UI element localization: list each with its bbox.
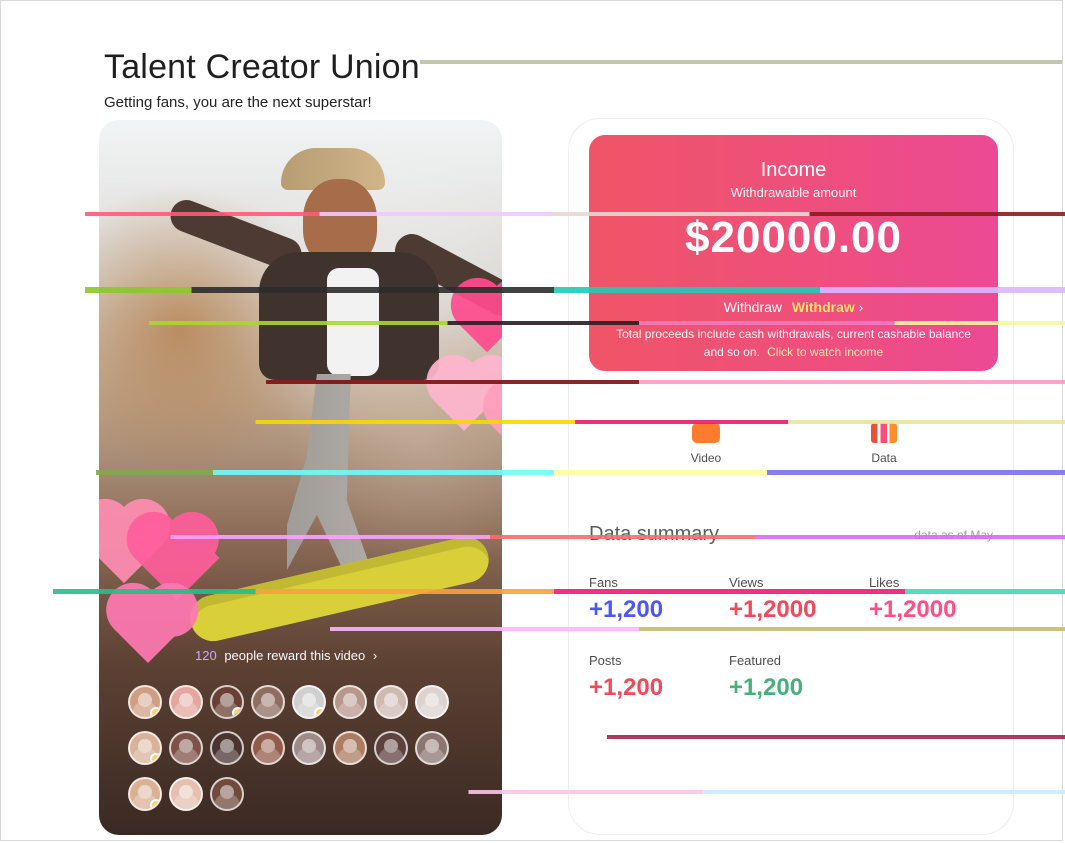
- avatar: [292, 685, 326, 719]
- featured-stat: Featured +1,200: [729, 653, 857, 705]
- views-stat: Views +1,2000: [729, 575, 857, 627]
- chevron-right-icon: ›: [372, 648, 378, 663]
- avatar: [374, 685, 408, 719]
- summary-date: data as of May: [914, 527, 993, 542]
- avatar: [128, 685, 162, 719]
- withdrawable-label: Withdrawable amount: [730, 185, 857, 200]
- avatar: [210, 777, 244, 811]
- withdraw-link[interactable]: Withdraw: [792, 299, 855, 315]
- gold-badge-icon: [150, 707, 160, 717]
- posts-value: +1,200: [589, 674, 664, 701]
- gold-badge-icon: [150, 799, 160, 809]
- income-card: Income Withdrawable amount $20000.00 Wit…: [589, 135, 998, 371]
- heart-icon: [458, 295, 502, 353]
- avatar: [210, 731, 244, 765]
- video-tab[interactable]: Video: [661, 423, 751, 465]
- income-note: Total proceeds include cash withdrawals,…: [613, 325, 974, 361]
- heart-icon: [114, 595, 182, 663]
- chevron-right-icon: ›: [858, 299, 864, 315]
- heart-icon: [490, 400, 502, 450]
- data-tab-label: Data: [871, 451, 897, 465]
- views-value: +1,2000: [729, 596, 817, 623]
- avatar: [128, 731, 162, 765]
- data-icon: [871, 423, 897, 443]
- video-tab-label: Video: [690, 451, 722, 465]
- reward-avatars: [128, 685, 474, 811]
- posts-label: Posts: [589, 653, 622, 668]
- fans-label: Fans: [589, 575, 618, 590]
- likes-value: +1,2000: [869, 596, 957, 623]
- avatar: [251, 731, 285, 765]
- income-title: Income: [760, 159, 827, 181]
- avatar: [169, 731, 203, 765]
- avatar: [415, 685, 449, 719]
- gold-badge-icon: [232, 707, 242, 717]
- hero-card: 120 people reward this video ›: [99, 120, 502, 835]
- avatar: [169, 777, 203, 811]
- reward-summary[interactable]: 120 people reward this video ›: [195, 648, 377, 663]
- income-amount: $20000.00: [685, 213, 902, 262]
- creator-income-panel: Income Withdrawable amount $20000.00 Wit…: [568, 118, 1014, 835]
- stats-row-secondary: Posts +1,200 Featured +1,200: [589, 653, 997, 705]
- income-note-link[interactable]: Click to watch income: [767, 345, 883, 359]
- withdraw-text: Withdraw: [723, 299, 783, 315]
- empty-stat: [869, 653, 997, 705]
- avatar: [128, 777, 162, 811]
- avatar: [292, 731, 326, 765]
- fans-stat: Fans +1,200: [589, 575, 717, 627]
- page-title: Talent Creator Union: [104, 48, 420, 86]
- views-label: Views: [729, 575, 764, 590]
- avatar: [374, 731, 408, 765]
- avatar: [415, 731, 449, 765]
- media-switch: Video Data: [569, 423, 1013, 475]
- summary-title: Data summary: [589, 523, 720, 545]
- featured-label: Featured: [729, 653, 782, 668]
- avatar: [251, 685, 285, 719]
- likes-stat: Likes +1,2000: [869, 575, 997, 627]
- avatar: [333, 685, 367, 719]
- featured-value: +1,200: [729, 674, 804, 701]
- gold-badge-icon: [314, 707, 324, 717]
- stats-grid: Fans +1,200 Views +1,2000 Likes +1,2000 …: [589, 575, 997, 731]
- avatar: [210, 685, 244, 719]
- data-tab[interactable]: Data: [839, 423, 929, 465]
- likes-label: Likes: [869, 575, 900, 590]
- stats-row-primary: Fans +1,200 Views +1,2000 Likes +1,2000: [589, 575, 997, 627]
- reward-text: people reward this video: [224, 648, 366, 663]
- posts-stat: Posts +1,200: [589, 653, 717, 705]
- summary-header: Data summary data as of May: [589, 523, 993, 546]
- video-icon: [692, 423, 720, 443]
- fans-value: +1,200: [589, 596, 664, 623]
- withdraw-row[interactable]: Withdraw Withdraw ›: [589, 299, 998, 315]
- avatar: [333, 731, 367, 765]
- reward-count: 120: [195, 648, 217, 663]
- avatar: [169, 685, 203, 719]
- page-subtitle: Getting fans, you are the next superstar…: [104, 94, 372, 111]
- gold-badge-icon: [150, 753, 160, 763]
